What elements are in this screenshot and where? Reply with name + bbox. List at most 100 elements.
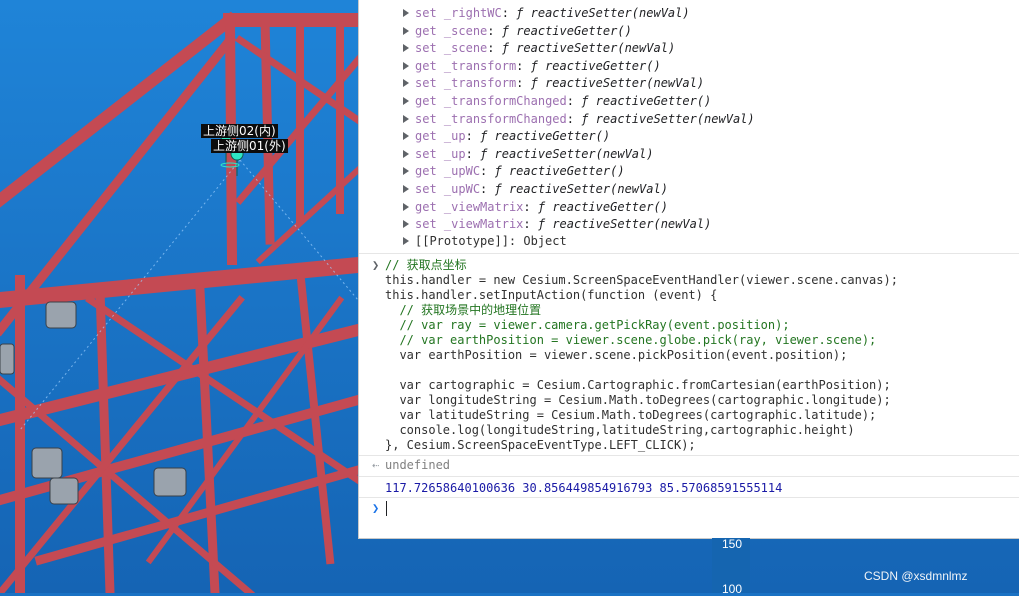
function-symbol: ƒ xyxy=(501,23,517,38)
paren-close: ) xyxy=(704,217,712,232)
function-symbol: ƒ xyxy=(537,199,553,214)
function-symbol: ƒ xyxy=(480,129,495,144)
function-args: newVal xyxy=(653,76,697,91)
code-line: var earthPosition = viewer.scene.pickPos… xyxy=(385,348,848,362)
colon: : xyxy=(465,129,481,144)
function-name: reactiveGetter xyxy=(545,58,647,73)
expand-triangle-icon[interactable] xyxy=(403,167,409,176)
paren-open: ( xyxy=(696,94,705,108)
prototype-label: [[Prototype]]: Object xyxy=(415,234,567,248)
paren-close: ) xyxy=(704,94,712,108)
code-line: var latitudeString = Cesium.Math.toDegre… xyxy=(385,408,877,422)
expand-triangle-icon[interactable] xyxy=(403,185,409,193)
paren-close: ) xyxy=(660,199,668,214)
expand-triangle-icon[interactable] xyxy=(403,220,409,229)
prompt-chevron-icon: ❯ xyxy=(372,501,380,515)
function-symbol: ƒ xyxy=(494,164,509,179)
paren-close: ) xyxy=(682,6,690,20)
property-row[interactable]: set _up: ƒ reactiveSetter(newVal) xyxy=(403,146,654,163)
expand-triangle-icon[interactable] xyxy=(403,9,409,17)
paren-open: ( xyxy=(653,199,661,214)
property-row[interactable]: set _transformChanged: ƒ reactiveSetter(… xyxy=(403,111,755,128)
function-name: reactiveGetter xyxy=(494,129,596,144)
paren-close: ) xyxy=(747,111,755,126)
paren-close: ) xyxy=(617,164,625,179)
accessor-keyword: get xyxy=(415,23,437,38)
property-name: _viewMatrix xyxy=(443,217,524,232)
property-row[interactable]: set _scene: ƒ reactiveSetter(newVal) xyxy=(403,40,675,57)
accessor-keyword: get xyxy=(415,199,437,214)
expand-triangle-icon[interactable] xyxy=(403,132,409,141)
console-input[interactable] xyxy=(387,501,987,516)
accessor-keyword: get xyxy=(415,94,437,108)
expand-triangle-icon[interactable] xyxy=(403,149,409,158)
paren-close: ) xyxy=(696,76,705,91)
property-row[interactable]: get _transformChanged: ƒ reactiveGetter(… xyxy=(403,93,711,110)
property-row[interactable]: set _transform: ƒ reactiveSetter(newVal) xyxy=(403,75,704,92)
accessor-keyword: get xyxy=(415,164,437,179)
function-symbol: ƒ xyxy=(581,94,596,108)
prototype-row[interactable]: [[Prototype]]: Object xyxy=(403,233,567,250)
csdn-watermark: CSDN @xsdmnlmz xyxy=(864,569,968,583)
colon: : xyxy=(523,199,538,214)
colon: : xyxy=(523,217,538,232)
property-name: _transformChanged xyxy=(443,94,567,108)
property-name: _viewMatrix xyxy=(443,199,524,214)
expand-triangle-icon[interactable] xyxy=(403,61,409,70)
property-name: _scene xyxy=(443,41,488,56)
colon: : xyxy=(566,94,582,108)
code-line: // 获取场景中的地理位置 xyxy=(385,303,542,317)
paren-open: ( xyxy=(653,217,661,232)
text-caret xyxy=(386,501,387,516)
code-line: var cartographic = Cesium.Cartographic.f… xyxy=(385,378,891,392)
paren-open: ( xyxy=(617,41,625,56)
code-line: // 获取点坐标 xyxy=(385,258,467,272)
property-name: _scene xyxy=(443,23,488,38)
function-symbol: ƒ xyxy=(480,146,495,161)
property-row[interactable]: get _scene: ƒ reactiveGetter() xyxy=(403,23,632,40)
accessor-keyword: set xyxy=(415,182,437,196)
colon: : xyxy=(566,111,582,126)
scale-ruler: 150 100 xyxy=(712,537,750,596)
property-row[interactable]: set _viewMatrix: ƒ reactiveSetter(newVal… xyxy=(403,216,711,233)
map-label-upstream-02[interactable]: 上游侧02(内) xyxy=(201,124,278,138)
console-divider xyxy=(359,455,1019,456)
ruler-tick: 150 xyxy=(722,537,743,551)
property-row[interactable]: set _rightWC: ƒ reactiveSetter(newVal) xyxy=(403,5,690,22)
function-symbol: ƒ xyxy=(494,182,509,196)
expand-triangle-icon[interactable] xyxy=(403,26,409,35)
property-name: _up xyxy=(443,146,466,161)
property-name: _upWC xyxy=(443,182,481,196)
paren-close: ) xyxy=(646,146,654,161)
property-row[interactable]: set _upWC: ƒ reactiveSetter(newVal) xyxy=(403,181,668,198)
expand-triangle-icon[interactable] xyxy=(403,237,409,245)
code-line: console.log(longitudeString,latitudeStri… xyxy=(385,423,855,437)
return-value: undefined xyxy=(385,458,451,472)
property-name: _transformChanged xyxy=(443,111,567,126)
property-row[interactable]: get _upWC: ƒ reactiveGetter() xyxy=(403,163,625,180)
property-name: _rightWC xyxy=(443,6,502,20)
function-symbol: ƒ xyxy=(501,41,517,56)
devtools-console-panel[interactable]: set _rightWC: ƒ reactiveSetter(newVal) ge… xyxy=(358,0,1019,539)
colon: : xyxy=(487,23,502,38)
input-chevron-icon: ❯ xyxy=(372,258,380,272)
expand-triangle-icon[interactable] xyxy=(403,114,409,123)
colon: : xyxy=(480,164,495,179)
console-divider xyxy=(359,476,1019,477)
function-name: reactiveSetter xyxy=(508,182,611,196)
accessor-keyword: set xyxy=(415,76,437,91)
expand-triangle-icon[interactable] xyxy=(403,44,409,53)
expand-triangle-icon[interactable] xyxy=(403,202,409,211)
code-line: // var ray = viewer.camera.getPickRay(ev… xyxy=(385,318,790,332)
map-label-upstream-01[interactable]: 上游侧01(外) xyxy=(211,139,288,153)
expand-triangle-icon[interactable] xyxy=(403,79,409,88)
function-args: newVal xyxy=(660,217,705,232)
property-row[interactable]: get _up: ƒ reactiveGetter() xyxy=(403,128,610,145)
function-args: newVal xyxy=(704,111,748,126)
property-row[interactable]: get _transform: ƒ reactiveGetter() xyxy=(403,58,661,75)
expand-triangle-icon[interactable] xyxy=(403,97,409,105)
colon: : xyxy=(516,76,531,91)
function-name: reactiveGetter xyxy=(516,23,618,38)
property-row[interactable]: get _viewMatrix: ƒ reactiveGetter() xyxy=(403,199,668,216)
code-line: var longitudeString = Cesium.Math.toDegr… xyxy=(385,393,891,407)
